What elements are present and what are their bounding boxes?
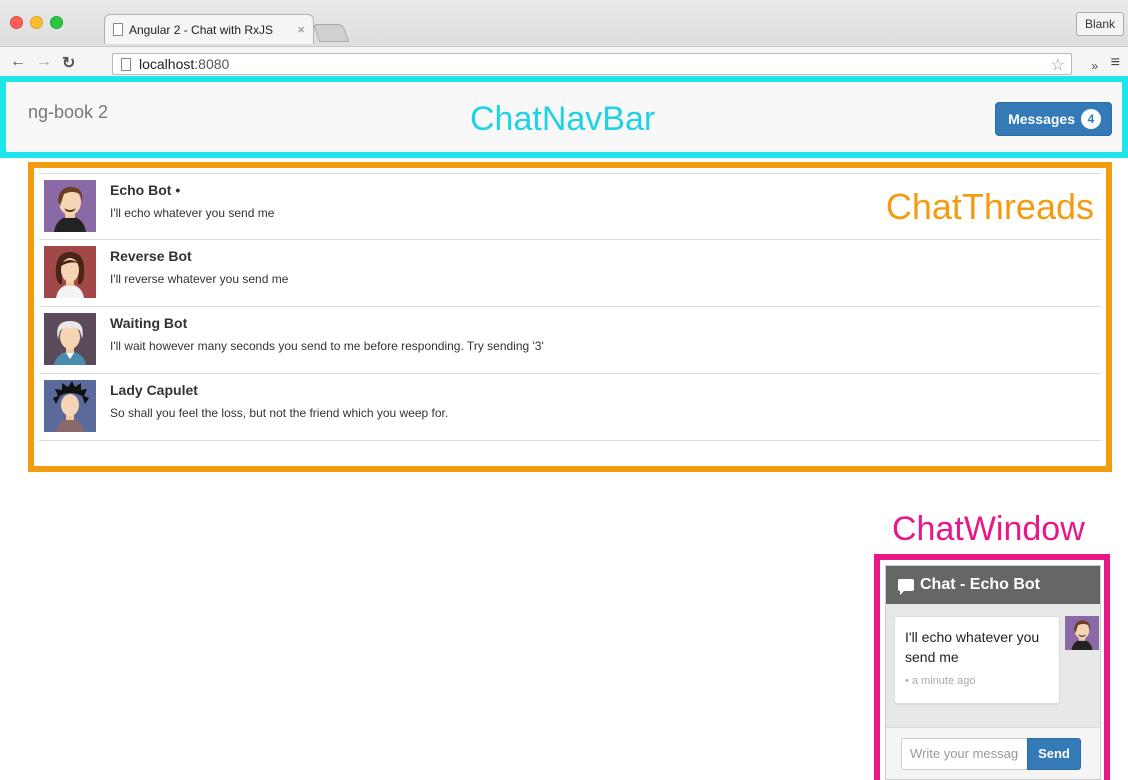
messages-label: Messages <box>1008 111 1075 127</box>
thread-item-reverse-bot[interactable]: Reverse Bot I'll reverse whatever you se… <box>39 240 1101 307</box>
unread-dot: • <box>171 182 181 198</box>
page-icon <box>121 57 131 71</box>
close-tab-icon[interactable]: × <box>297 22 305 37</box>
chat-nav-bar: ng-book 2 ChatNavBar Messages 4 <box>0 76 1128 158</box>
threads-annotation-label: ChatThreads <box>885 186 1094 227</box>
close-window-button[interactable] <box>10 16 23 29</box>
waiting-bot-avatar <box>44 313 96 365</box>
thread-item-lady-capulet[interactable]: Lady Capulet So shall you feel the loss,… <box>39 374 1101 441</box>
maximize-window-button[interactable] <box>50 16 63 29</box>
window-annotation-label: ChatWindow <box>892 510 1085 548</box>
send-button[interactable]: Send <box>1027 737 1081 770</box>
thread-name: Echo Bot <box>110 182 172 198</box>
tab-title: Angular 2 - Chat with RxJS <box>129 22 274 37</box>
navbar-annotation-label: ChatNavBar <box>470 100 656 138</box>
bookmark-star-icon[interactable]: ☆ <box>1051 55 1065 75</box>
reload-icon[interactable]: ↻ <box>62 53 75 73</box>
message-bubble: I'll echo whatever you send me • a minut… <box>894 616 1060 704</box>
profile-button[interactable]: Blank <box>1075 12 1124 36</box>
thread-name: Lady Capulet <box>110 382 198 398</box>
window-controls <box>10 16 63 29</box>
browser-tab[interactable]: Angular 2 - Chat with RxJS × <box>104 14 314 44</box>
browser-toolbar: ← → ↻ localhost:8080 ☆ » ≡ <box>0 46 1128 80</box>
reverse-bot-avatar <box>44 246 96 298</box>
echo-bot-avatar <box>44 180 96 232</box>
thread-last-message: So shall you feel the loss, but not the … <box>110 406 449 420</box>
chat-threads: ChatThreads Echo Bot • I'll echo whateve… <box>28 162 1112 472</box>
menu-icon[interactable]: ≡ <box>1111 54 1120 72</box>
thread-last-message: I'll wait however many seconds you send … <box>110 339 544 353</box>
message-sender-avatar <box>1065 616 1099 650</box>
thread-name: Waiting Bot <box>110 315 188 331</box>
message-timestamp: • a minute ago <box>905 675 976 687</box>
chat-title: Chat - Echo Bot <box>920 576 1040 593</box>
chat-panel: Chat - Echo Bot I'll echo whatever you s… <box>885 565 1101 780</box>
lady-capulet-avatar <box>44 380 96 432</box>
message-input[interactable] <box>901 737 1027 770</box>
browser-chrome: Angular 2 - Chat with RxJS × Blank ← → ↻… <box>0 0 1128 80</box>
extensions-overflow-icon[interactable]: » <box>1091 59 1098 73</box>
back-arrow-icon[interactable]: ← <box>10 53 26 71</box>
message-text: I'll echo whatever you send me <box>905 629 1040 665</box>
thread-last-message: I'll reverse whatever you send me <box>110 272 289 286</box>
minimize-window-button[interactable] <box>30 16 43 29</box>
comment-icon <box>898 579 914 595</box>
brand-link[interactable]: ng-book 2 <box>28 102 108 123</box>
forward-arrow-icon[interactable]: → <box>36 53 52 71</box>
url-port: :8080 <box>194 56 230 72</box>
unread-count-badge: 4 <box>1081 109 1101 129</box>
chat-header: Chat - Echo Bot <box>886 566 1100 604</box>
new-tab-button[interactable] <box>312 24 350 42</box>
thread-name: Reverse Bot <box>110 248 192 264</box>
chat-footer: Send <box>886 727 1100 779</box>
address-bar[interactable]: localhost:8080 ☆ <box>112 53 1072 75</box>
url-host: localhost <box>139 56 195 72</box>
messages-button[interactable]: Messages 4 <box>995 102 1112 136</box>
thread-item-waiting-bot[interactable]: Waiting Bot I'll wait however many secon… <box>39 307 1101 374</box>
thread-last-message: I'll echo whatever you send me <box>110 206 275 220</box>
page-icon <box>113 23 123 36</box>
chat-window: Chat - Echo Bot I'll echo whatever you s… <box>874 554 1110 780</box>
